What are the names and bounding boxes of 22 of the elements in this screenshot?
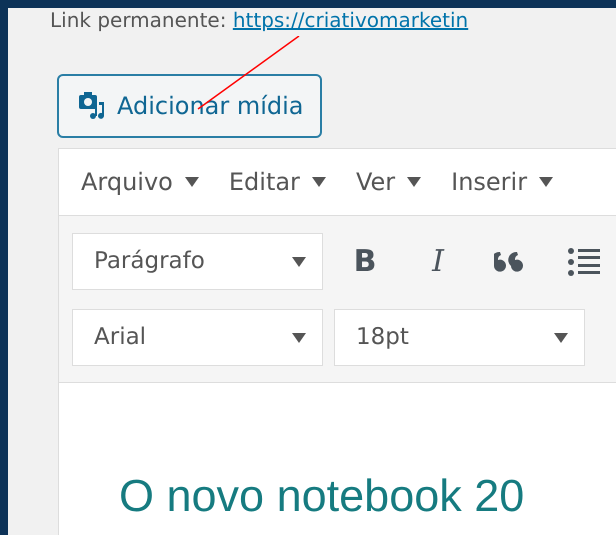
permalink-label: Link permanente: xyxy=(50,8,226,32)
caret-icon xyxy=(312,177,326,187)
caret-icon xyxy=(407,177,422,187)
menu-item[interactable]: Inserir xyxy=(451,164,554,200)
caret-icon xyxy=(184,177,199,187)
italic-button[interactable]: I xyxy=(407,236,469,286)
caret-icon xyxy=(292,256,306,266)
caret-icon xyxy=(554,332,568,342)
bold-button[interactable]: B xyxy=(334,236,396,286)
add-media-button[interactable]: Adicionar mídia xyxy=(57,74,322,138)
dropdown-select[interactable]: 18pt xyxy=(334,309,585,366)
caret-icon xyxy=(292,332,306,342)
content-heading: O novo notebook 20 xyxy=(119,471,526,520)
bulleted-list-icon xyxy=(568,248,600,276)
caret-icon xyxy=(539,177,554,187)
menu-item[interactable]: Ver xyxy=(356,164,422,200)
dropdown-select[interactable]: Arial xyxy=(72,309,323,366)
permalink-link[interactable]: https://criativomarketin xyxy=(232,8,468,32)
menu-item[interactable]: Editar xyxy=(228,164,326,200)
dropdown-select[interactable]: Parágrafo xyxy=(72,233,323,290)
menu-item[interactable]: Arquivo xyxy=(81,164,199,200)
media-icon xyxy=(79,92,105,120)
